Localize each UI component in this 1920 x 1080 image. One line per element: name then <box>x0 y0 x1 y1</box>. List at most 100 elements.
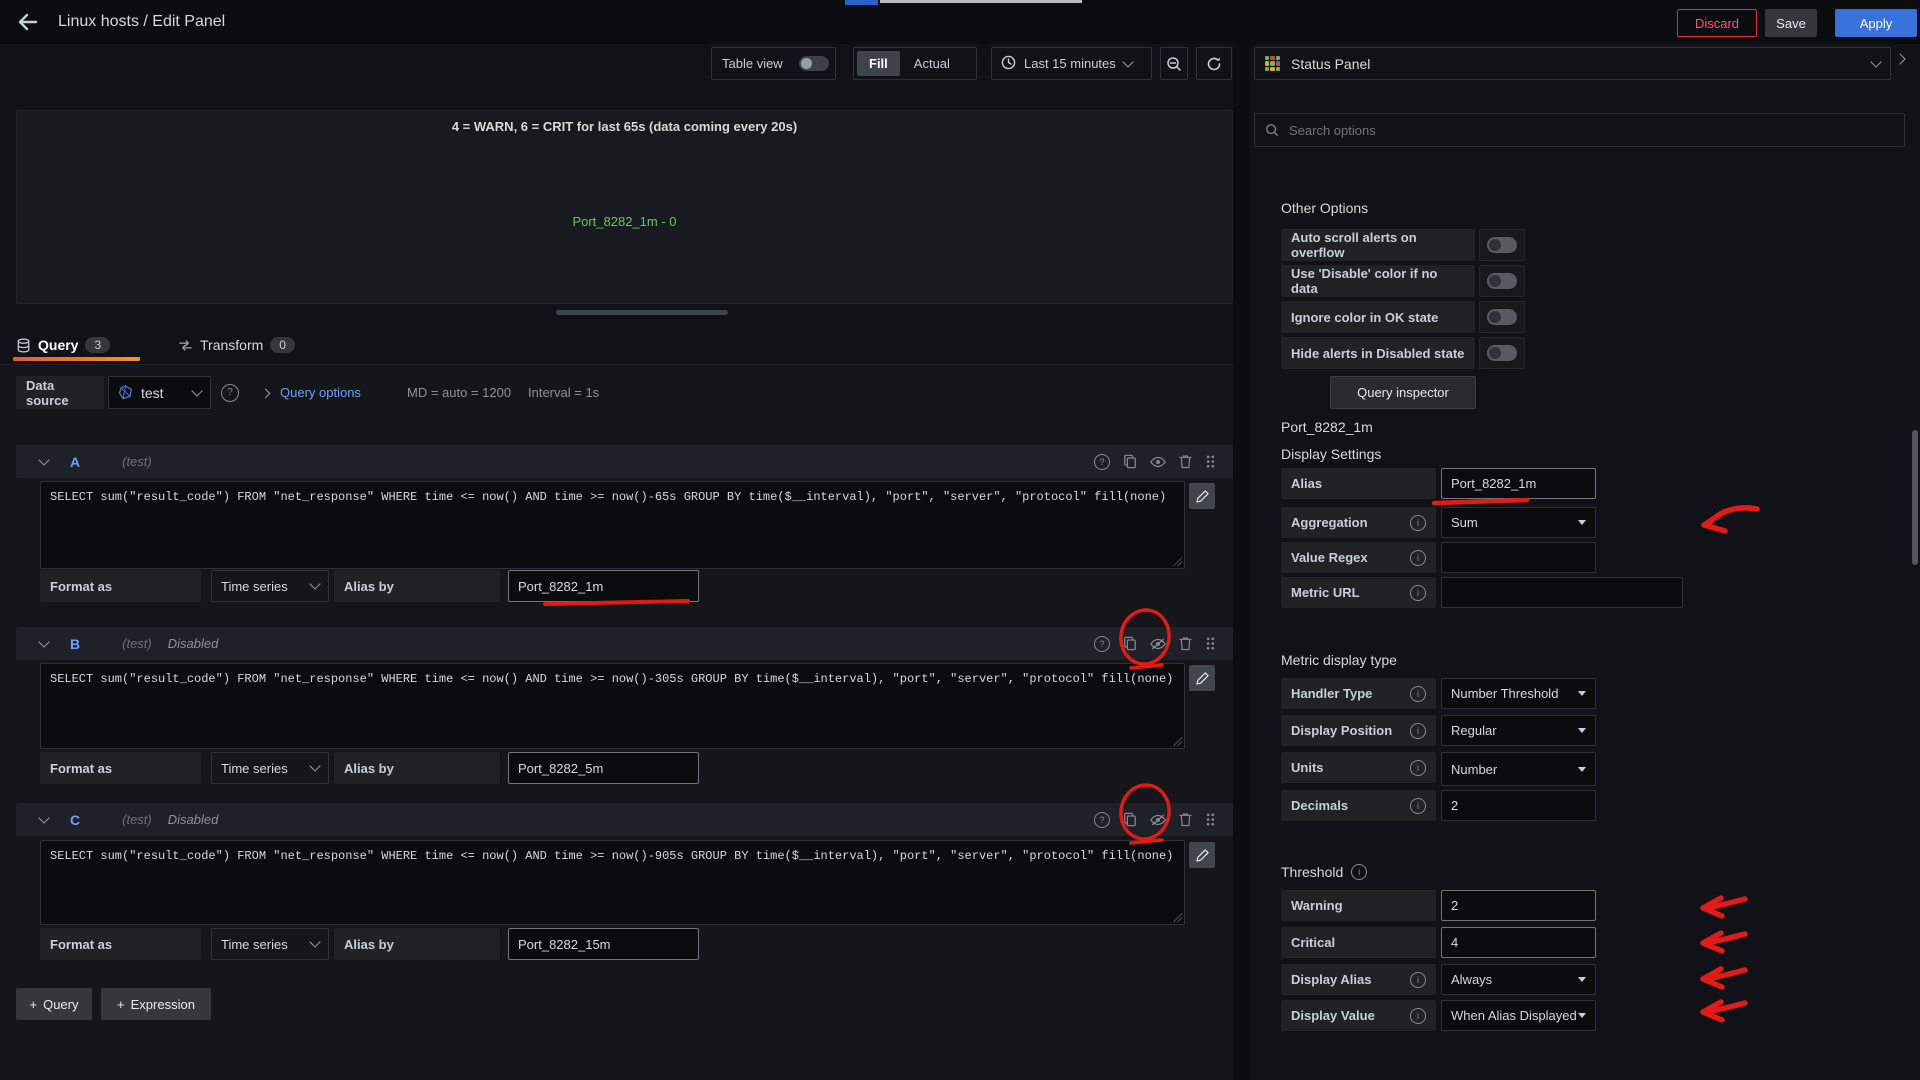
alias-by-input[interactable] <box>508 570 699 602</box>
query-actions: ? <box>1094 454 1215 470</box>
annotation-arrow-display-value <box>1703 1002 1745 1020</box>
query-row-header-a[interactable]: A (test) ? <box>16 445 1233 478</box>
handler-type-select[interactable]: Number Threshold <box>1441 678 1596 709</box>
edit-query-button[interactable] <box>1189 483 1215 509</box>
ignore-ok-toggle[interactable] <box>1479 301 1525 333</box>
database-icon <box>16 338 31 353</box>
warning-label: Warning <box>1281 890 1436 921</box>
add-query-button[interactable]: +Query <box>16 988 92 1020</box>
edit-query-button[interactable] <box>1189 842 1215 868</box>
zoom-out-button[interactable] <box>1160 47 1188 80</box>
copy-icon[interactable] <box>1123 812 1137 827</box>
eye-slash-icon[interactable] <box>1150 813 1166 827</box>
trash-icon[interactable] <box>1179 454 1192 469</box>
fill-option[interactable]: Fill <box>857 51 900 76</box>
data-source-help-button[interactable]: ? <box>217 376 243 409</box>
data-source-select[interactable]: test <box>108 376 211 409</box>
query-sql-editor[interactable]: SELECT sum("result_code") FROM "net_resp… <box>40 840 1185 925</box>
alias-input[interactable] <box>1441 468 1596 499</box>
tab-query[interactable]: Query 3 <box>16 330 110 360</box>
save-button[interactable]: Save <box>1765 9 1817 37</box>
annotation-underline-sidebar-alias <box>1434 500 1527 503</box>
query-ref[interactable]: B <box>70 636 80 652</box>
caret-down-icon <box>1578 767 1586 772</box>
metric-url-input[interactable] <box>1441 577 1683 608</box>
handler-type-label: Handler Typei <box>1281 678 1436 709</box>
trash-icon[interactable] <box>1179 812 1192 827</box>
chevron-down-icon <box>309 578 320 589</box>
warning-input[interactable] <box>1441 890 1596 921</box>
units-select[interactable]: Number <box>1441 752 1596 786</box>
discard-button[interactable]: Discard <box>1677 9 1757 37</box>
chevron-down-icon[interactable] <box>38 812 49 823</box>
chevron-down-icon[interactable] <box>38 454 49 465</box>
copy-icon[interactable] <box>1123 636 1137 651</box>
query-actions: ? <box>1094 636 1215 652</box>
format-as-select[interactable]: Time series <box>211 752 329 784</box>
query-row-header-c[interactable]: C (test) Disabled ? <box>16 803 1233 836</box>
disable-color-toggle[interactable] <box>1479 265 1525 297</box>
display-position-select[interactable]: Regular <box>1441 715 1596 746</box>
help-icon[interactable]: ? <box>1094 636 1110 652</box>
resize-grip[interactable] <box>1172 736 1182 746</box>
alias-label: Alias <box>1281 468 1436 499</box>
critical-input[interactable] <box>1441 927 1596 958</box>
display-value-select[interactable]: When Alias Displayed <box>1441 1000 1596 1031</box>
help-icon[interactable]: ? <box>1094 454 1110 470</box>
copy-icon[interactable] <box>1123 454 1137 469</box>
table-view-label: Table view <box>722 56 783 71</box>
table-view-toggle[interactable] <box>799 56 829 71</box>
query-sql-editor[interactable]: SELECT sum("result_code") FROM "net_resp… <box>40 481 1185 569</box>
visualization-select[interactable]: Status Panel <box>1254 47 1891 80</box>
eye-slash-icon[interactable] <box>1150 637 1166 651</box>
back-arrow-icon[interactable] <box>16 10 40 39</box>
refresh-button[interactable] <box>1196 47 1232 80</box>
tab-query-label: Query <box>38 337 78 353</box>
query-ref[interactable]: C <box>70 812 80 828</box>
data-source-label: Data source <box>16 376 104 409</box>
apply-button[interactable]: Apply <box>1835 9 1917 37</box>
time-range-label: Last 15 minutes <box>1024 56 1116 71</box>
display-alias-select[interactable]: Always <box>1441 964 1596 995</box>
query-options-link[interactable]: Query options <box>280 385 361 400</box>
aggregation-select[interactable]: Sum <box>1441 507 1596 538</box>
format-as-select[interactable]: Time series <box>211 570 329 602</box>
alias-by-input[interactable] <box>508 752 699 784</box>
column-gutter <box>1233 44 1250 1080</box>
add-expression-button[interactable]: +Expression <box>101 988 211 1020</box>
alias-by-input[interactable] <box>508 928 699 960</box>
toggle-label-auto-scroll: Auto scroll alerts on overflow <box>1281 229 1475 261</box>
collapse-options-button[interactable] <box>1896 55 1904 63</box>
info-icon: i <box>1410 585 1426 601</box>
tab-transform[interactable]: Transform 0 <box>178 330 295 360</box>
plus-icon: + <box>117 997 125 1012</box>
options-search[interactable] <box>1254 113 1905 147</box>
help-icon[interactable]: ? <box>1094 812 1110 828</box>
pane-resize-handle[interactable] <box>556 310 728 315</box>
alias-by-label: Alias by <box>334 570 500 602</box>
query-row-header-b[interactable]: B (test) Disabled ? <box>16 627 1233 660</box>
tab-transform-label: Transform <box>200 337 263 353</box>
drag-handle-icon[interactable] <box>1205 454 1215 469</box>
hide-disabled-toggle[interactable] <box>1479 337 1525 369</box>
drag-handle-icon[interactable] <box>1205 636 1215 651</box>
decimals-input[interactable] <box>1441 790 1596 821</box>
query-inspector-button[interactable]: Query inspector <box>1330 376 1476 409</box>
resize-grip[interactable] <box>1172 556 1182 566</box>
trash-icon[interactable] <box>1179 636 1192 651</box>
edit-query-button[interactable] <box>1189 665 1215 691</box>
resize-grip[interactable] <box>1172 912 1182 922</box>
eye-icon[interactable] <box>1150 455 1166 469</box>
drag-handle-icon[interactable] <box>1205 812 1215 827</box>
sidebar-scrollbar[interactable] <box>1912 430 1918 565</box>
query-ref[interactable]: A <box>70 454 80 470</box>
format-as-select[interactable]: Time series <box>211 928 329 960</box>
query-sql-editor[interactable]: SELECT sum("result_code") FROM "net_resp… <box>40 663 1185 749</box>
auto-scroll-toggle[interactable] <box>1479 229 1525 261</box>
time-range-picker[interactable]: Last 15 minutes <box>991 47 1152 80</box>
search-options-input[interactable] <box>1287 122 1851 139</box>
value-regex-input[interactable] <box>1441 542 1596 573</box>
query-datasource: (test) <box>122 454 152 469</box>
chevron-down-icon[interactable] <box>38 636 49 647</box>
actual-option[interactable]: Actual <box>902 51 962 76</box>
